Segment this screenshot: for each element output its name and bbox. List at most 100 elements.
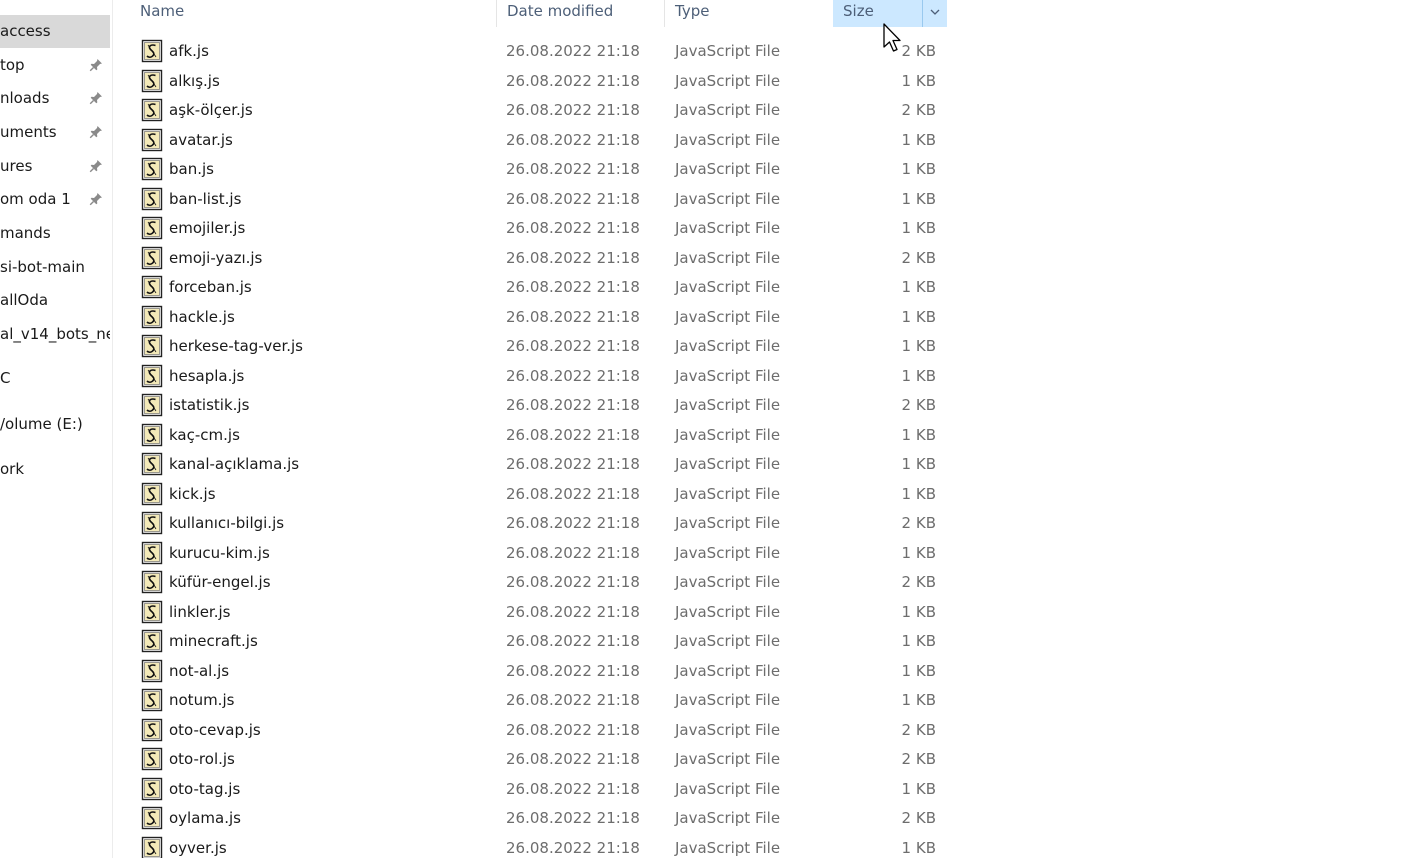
file-type: JavaScript File [675,425,781,444]
file-size: 1 KB [901,366,936,385]
nav-item-label: /olume (E:) [0,415,83,433]
nav-item[interactable]: /olume (E:) [0,408,110,441]
file-date-modified: 26.08.2022 21:18 [506,425,640,444]
file-date-modified: 26.08.2022 21:18 [506,661,640,680]
nav-item[interactable]: si-bot-main [0,251,110,284]
file-row[interactable]: kurucu-kim.js 26.08.2022 21:18 JavaScript … [138,539,948,568]
file-row[interactable]: minecraft.js 26.08.2022 21:18 JavaScript F… [138,627,948,656]
file-date-modified: 26.08.2022 21:18 [506,838,640,857]
file-type: JavaScript File [675,838,781,857]
nav-item[interactable]: ures [0,150,110,183]
nav-item[interactable]: top [0,49,110,82]
file-row[interactable]: kullanıcı-bilgi.js 26.08.2022 21:18 JavaSc… [138,509,948,538]
nav-item[interactable]: nloads [0,82,110,115]
file-row[interactable]: oyver.js 26.08.2022 21:18 JavaScript File 1… [138,834,948,858]
file-size: 2 KB [901,573,936,591]
file-date-modified: 26.08.2022 21:18 [506,543,640,562]
file-row[interactable]: oto-rol.js 26.08.2022 21:18 JavaScript Fil… [138,745,948,774]
file-row[interactable]: not-al.js 26.08.2022 21:18 JavaScript File… [138,657,948,686]
file-type: JavaScript File [675,130,781,149]
javascript-file-icon [141,423,163,446]
file-type: JavaScript File [675,189,781,208]
file-row[interactable]: linkler.js 26.08.2022 21:18 JavaScript Fil… [138,598,948,627]
nav-item-label: ork [0,460,25,478]
file-row[interactable]: emoji-yazı.js 26.08.2022 21:18 JavaScript … [138,244,948,273]
nav-item-label: access [0,22,51,40]
file-row[interactable]: kick.js 26.08.2022 21:18 JavaScript File 1 … [138,480,948,509]
pin-icon[interactable] [89,91,103,105]
file-type: JavaScript File [675,455,781,473]
nav-item-label: C [0,369,11,387]
file-date-modified: 26.08.2022 21:18 [506,602,640,621]
column-header-size[interactable]: Size [833,0,922,27]
column-header-date-modified[interactable]: Date modified [497,0,664,27]
nav-item-label: mands [0,224,51,242]
file-name: hesapla.js [169,366,245,385]
file-size: 1 KB [901,307,936,326]
file-type: JavaScript File [675,248,781,267]
nav-item[interactable]: access [0,15,110,48]
javascript-file-icon [141,98,163,122]
file-row[interactable]: aşk-ölçer.js 26.08.2022 21:18 JavaScript F… [138,96,948,125]
file-row[interactable]: ban.js 26.08.2022 21:18 JavaScript File 1 K… [138,155,948,184]
file-size: 1 KB [901,484,936,503]
nav-item[interactable]: uments [0,116,110,149]
file-row[interactable]: küfür-engel.js 26.08.2022 21:18 JavaScript… [138,568,948,597]
file-row[interactable]: hesapla.js 26.08.2022 21:18 JavaScript Fil… [138,362,948,391]
column-header-size-dropdown[interactable] [922,0,947,27]
nav-item-label: om oda 1 [0,190,71,208]
nav-item[interactable]: mands [0,217,110,250]
file-row[interactable]: istatistik.js 26.08.2022 21:18 JavaScript … [138,391,948,420]
javascript-file-icon [141,688,163,712]
pin-icon[interactable] [89,58,103,72]
file-row[interactable]: kanal-açıklama.js 26.08.2022 21:18 JavaScr… [138,450,948,479]
file-list: Name Date modified Type Size afk.js 26.08… [113,0,1417,858]
nav-item[interactable]: allOda [0,284,110,317]
column-header-name[interactable]: Name [130,0,496,27]
nav-item[interactable]: al_v14_bots_nev [0,318,110,351]
file-type: JavaScript File [675,42,781,60]
file-type: JavaScript File [675,720,781,739]
file-row[interactable]: alkış.js 26.08.2022 21:18 JavaScript File 1… [138,67,948,96]
pin-icon[interactable] [89,125,103,139]
file-name: minecraft.js [169,632,258,650]
file-date-modified: 26.08.2022 21:18 [506,750,640,768]
file-name: istatistik.js [169,396,250,414]
file-name: avatar.js [169,130,233,149]
file-row[interactable]: ban-list.js 26.08.2022 21:18 JavaScript Fi… [138,185,948,214]
file-row[interactable]: herkese-tag-ver.js 26.08.2022 21:18 JavaSc… [138,332,948,361]
file-row[interactable]: forceban.js 26.08.2022 21:18 JavaScript Fi… [138,273,948,302]
file-date-modified: 26.08.2022 21:18 [506,248,640,267]
pin-icon[interactable] [89,192,103,206]
file-date-modified: 26.08.2022 21:18 [506,307,640,326]
file-row[interactable]: avatar.js 26.08.2022 21:18 JavaScript File… [138,126,948,155]
file-date-modified: 26.08.2022 21:18 [506,691,640,709]
file-type: JavaScript File [675,543,781,562]
file-size: 2 KB [901,809,936,827]
nav-item[interactable]: ork [0,453,110,486]
file-row[interactable]: kaç-cm.js 26.08.2022 21:18 JavaScript File… [138,421,948,450]
file-type: JavaScript File [675,691,781,709]
file-type: JavaScript File [675,514,781,532]
file-row[interactable]: oto-cevap.js 26.08.2022 21:18 JavaScript F… [138,716,948,745]
file-date-modified: 26.08.2022 21:18 [506,278,640,296]
nav-item-label: allOda [0,291,49,309]
file-name: not-al.js [169,661,230,680]
pin-icon[interactable] [89,159,103,173]
file-row[interactable]: hackle.js 26.08.2022 21:18 JavaScript File… [138,303,948,332]
file-type: JavaScript File [675,278,781,296]
nav-item[interactable]: C [0,362,110,395]
file-row[interactable]: afk.js 26.08.2022 21:18 JavaScript File 2 K… [138,37,948,66]
file-row[interactable]: oylama.js 26.08.2022 21:18 JavaScript File… [138,804,948,833]
file-row[interactable]: emojiler.js 26.08.2022 21:18 JavaScript Fi… [138,214,948,243]
file-date-modified: 26.08.2022 21:18 [506,484,640,503]
file-name: oylama.js [169,809,241,827]
column-header-type[interactable]: Type [665,0,833,27]
nav-item[interactable]: om oda 1 [0,183,110,216]
javascript-file-icon [141,659,163,682]
file-name: oto-cevap.js [169,720,261,739]
file-name: herkese-tag-ver.js [169,337,303,355]
file-name: oto-tag.js [169,779,241,798]
file-row[interactable]: oto-tag.js 26.08.2022 21:18 JavaScript Fil… [138,775,948,804]
file-row[interactable]: notum.js 26.08.2022 21:18 JavaScript File 1… [138,686,948,715]
